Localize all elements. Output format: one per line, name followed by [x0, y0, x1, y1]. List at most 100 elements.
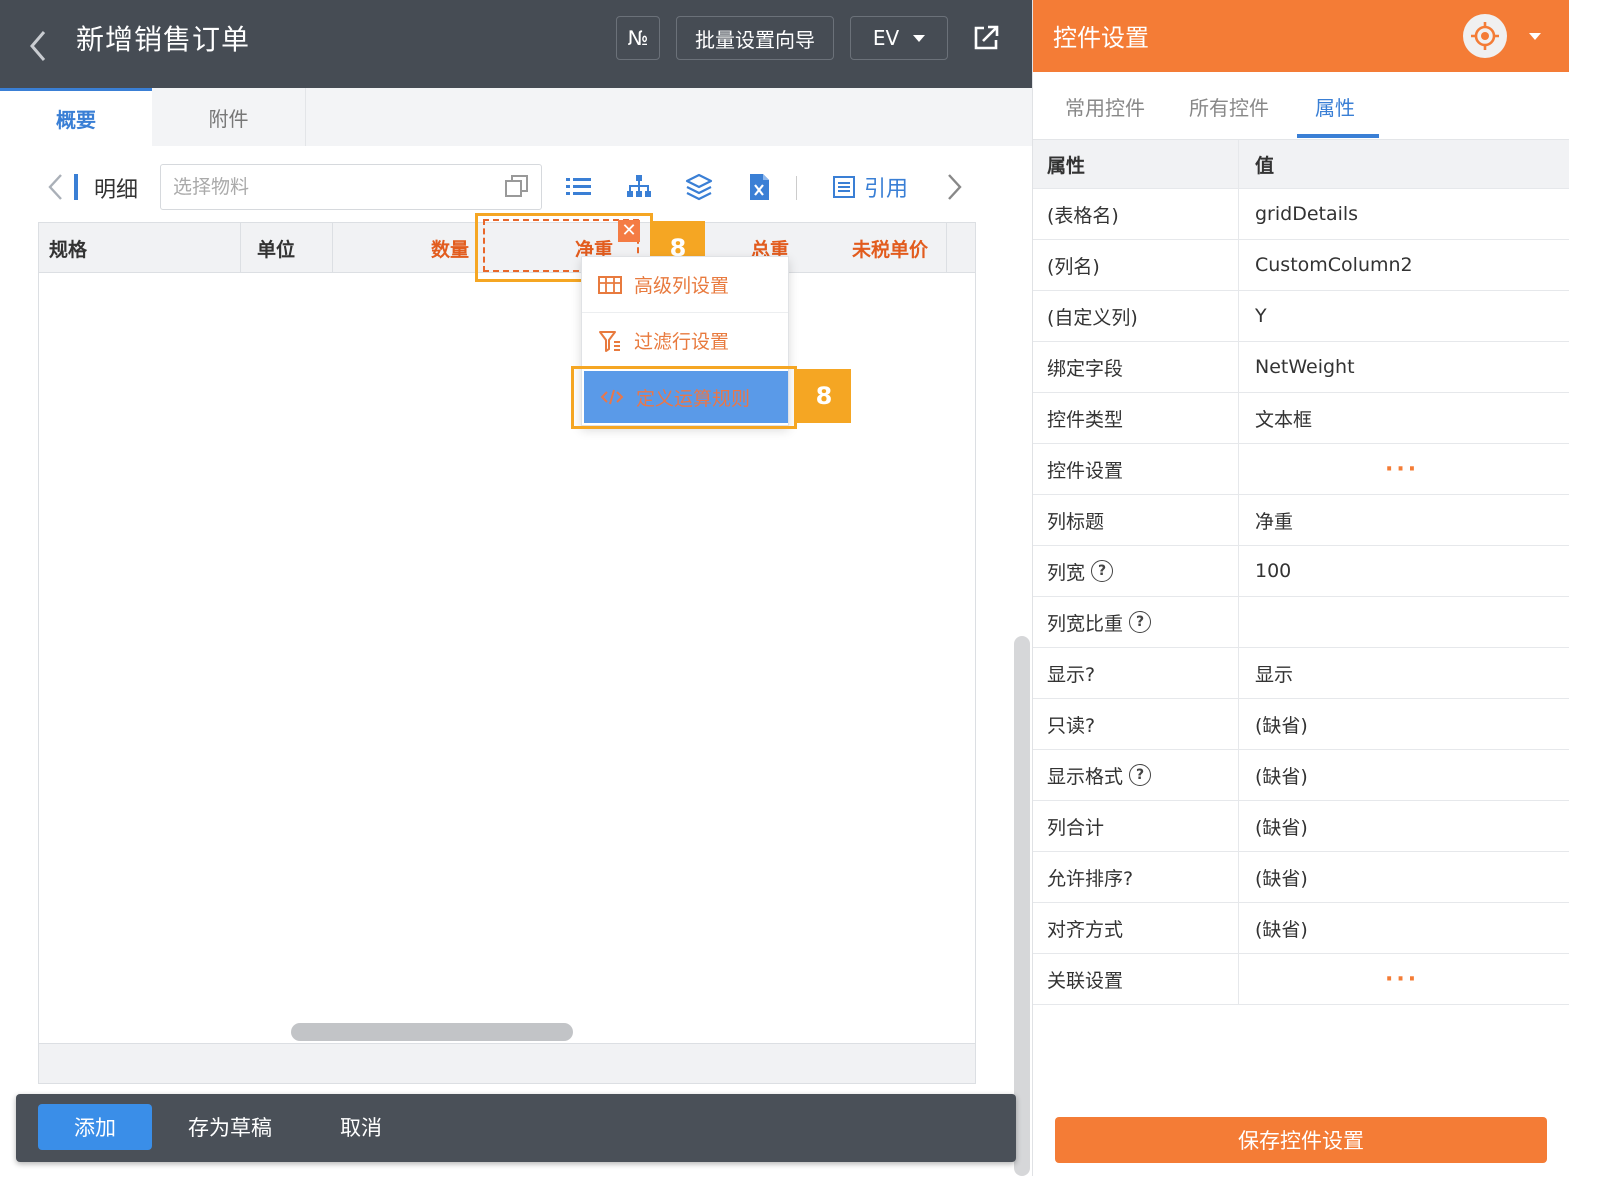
column-header-spec[interactable]: 规格 [39, 223, 241, 273]
add-button[interactable]: 添加 [38, 1104, 152, 1150]
property-key: 对齐方式 [1033, 903, 1239, 953]
property-row[interactable]: (自定义列) Y [1033, 291, 1569, 342]
action-bar: 添加 存为草稿 取消 [16, 1094, 1016, 1162]
property-value[interactable]: CustomColumn2 [1239, 240, 1569, 290]
property-value[interactable] [1239, 597, 1569, 647]
panel-tabs: 常用控件 所有控件 属性 [1033, 72, 1569, 140]
save-control-settings-button[interactable]: 保存控件设置 [1055, 1117, 1547, 1163]
property-key-header: 属性 [1033, 140, 1239, 188]
property-row[interactable]: 显示格式 ? (缺省) [1033, 750, 1569, 801]
cite-label: 引用 [864, 177, 909, 202]
help-icon[interactable]: ? [1129, 764, 1152, 786]
section-marker [74, 174, 78, 200]
property-value[interactable]: (缺省) [1239, 852, 1569, 902]
chevron-down-icon[interactable] [1529, 33, 1541, 40]
tab-summary[interactable]: 概要 [0, 88, 152, 146]
property-row[interactable]: (列名) CustomColumn2 [1033, 240, 1569, 291]
chevron-right-icon[interactable] [946, 172, 964, 202]
tab-all-controls[interactable]: 所有控件 [1189, 92, 1269, 121]
property-key: 列合计 [1033, 801, 1239, 851]
close-icon[interactable]: ✕ [618, 220, 640, 242]
share-icon[interactable] [970, 22, 1002, 54]
property-value[interactable]: gridDetails [1239, 189, 1569, 239]
property-key: (自定义列) [1033, 291, 1239, 341]
property-key: 关联设置 [1033, 954, 1239, 1004]
property-value[interactable]: 净重 [1239, 495, 1569, 545]
chevron-left-icon[interactable] [46, 172, 64, 202]
more-options-button[interactable]: ··· [1239, 444, 1569, 494]
detail-grid: 规格 单位 数量 净重 总重 未税单价 [38, 222, 976, 1084]
locate-target-icon[interactable] [1463, 14, 1507, 58]
property-row[interactable]: 列标题 净重 [1033, 495, 1569, 546]
filter-icon [599, 330, 620, 352]
property-value[interactable]: (缺省) [1239, 750, 1569, 800]
number-button[interactable]: № [616, 16, 660, 60]
property-key: 列标题 [1033, 495, 1239, 545]
column-header-untaxed-price[interactable]: 未税单价 [789, 223, 947, 273]
property-key: 显示? [1033, 648, 1239, 698]
menu-item-filter-row-settings[interactable]: 过滤行设置 [582, 313, 788, 369]
document-list-icon [833, 176, 855, 198]
help-icon[interactable]: ? [1129, 611, 1152, 633]
control-settings-panel: 控件设置 常用控件 所有控件 属性 属性 值 (表格名) gridDetails… [1032, 0, 1569, 1176]
column-header-unit[interactable]: 单位 [241, 223, 333, 273]
property-value[interactable]: 显示 [1239, 648, 1569, 698]
property-row[interactable]: 绑定字段 NetWeight [1033, 342, 1569, 393]
more-options-button[interactable]: ··· [1239, 954, 1569, 1004]
property-row[interactable]: 列合计 (缺省) [1033, 801, 1569, 852]
property-key: 控件设置 [1033, 444, 1239, 494]
property-row[interactable]: 关联设置 ··· [1033, 954, 1569, 1005]
excel-icon[interactable] [744, 172, 774, 202]
menu-item-highlight [571, 366, 797, 429]
property-value[interactable]: (缺省) [1239, 903, 1569, 953]
batch-settings-wizard-button[interactable]: 批量设置向导 [676, 16, 834, 60]
help-icon[interactable]: ? [1091, 560, 1114, 582]
chevron-down-icon [913, 34, 926, 42]
layers-icon[interactable] [684, 172, 714, 202]
vertical-scrollbar[interactable] [1014, 636, 1030, 1176]
property-value[interactable]: (缺省) [1239, 699, 1569, 749]
property-value[interactable]: Y [1239, 291, 1569, 341]
property-row[interactable]: 允许排序? (缺省) [1033, 852, 1569, 903]
grid-footer [39, 1043, 975, 1083]
property-grid-header: 属性 值 [1033, 140, 1569, 189]
back-arrow-icon[interactable] [24, 24, 52, 64]
save-draft-button[interactable]: 存为草稿 [188, 1104, 272, 1150]
property-row[interactable]: 列宽 ? 100 [1033, 546, 1569, 597]
property-row[interactable]: (表格名) gridDetails [1033, 189, 1569, 240]
form-tabs: 概要 附件 [0, 88, 1032, 146]
toolbar-divider [796, 176, 797, 200]
property-row[interactable]: 列宽比重 ? [1033, 597, 1569, 648]
copy-icon[interactable] [504, 173, 530, 199]
property-value[interactable]: NetWeight [1239, 342, 1569, 392]
hierarchy-icon[interactable] [624, 172, 654, 202]
horizontal-scrollbar[interactable] [291, 1023, 573, 1041]
page-title: 新增销售订单 [76, 23, 251, 56]
property-key-with-help: 显示格式 ? [1033, 750, 1239, 800]
ev-dropdown[interactable]: EV [850, 16, 948, 60]
tab-properties[interactable]: 属性 [1315, 92, 1355, 121]
property-row[interactable]: 只读? (缺省) [1033, 699, 1569, 750]
tab-common-controls[interactable]: 常用控件 [1065, 92, 1145, 121]
property-row[interactable]: 对齐方式 (缺省) [1033, 903, 1569, 954]
property-row[interactable]: 显示? 显示 [1033, 648, 1569, 699]
property-value[interactable]: (缺省) [1239, 801, 1569, 851]
cancel-button[interactable]: 取消 [340, 1104, 382, 1150]
material-select-input[interactable] [160, 164, 542, 210]
cite-button[interactable]: 引用 [832, 170, 908, 204]
tab-attachments[interactable]: 附件 [152, 88, 306, 146]
property-row[interactable]: 控件类型 文本框 [1033, 393, 1569, 444]
menu-item-advanced-column-settings[interactable]: 高级列设置 [582, 257, 788, 313]
ev-label: EV [872, 26, 900, 50]
property-key-with-help: 列宽 ? [1033, 546, 1239, 596]
property-key: (表格名) [1033, 189, 1239, 239]
table-icon [598, 275, 622, 294]
property-key: 控件类型 [1033, 393, 1239, 443]
property-value[interactable]: 文本框 [1239, 393, 1569, 443]
property-value-header: 值 [1255, 154, 1275, 177]
list-icon[interactable] [564, 172, 594, 202]
property-row[interactable]: 控件设置 ··· [1033, 444, 1569, 495]
property-key: 绑定字段 [1033, 342, 1239, 392]
column-header-quantity[interactable]: 数量 [333, 223, 479, 273]
property-value[interactable]: 100 [1239, 546, 1569, 596]
